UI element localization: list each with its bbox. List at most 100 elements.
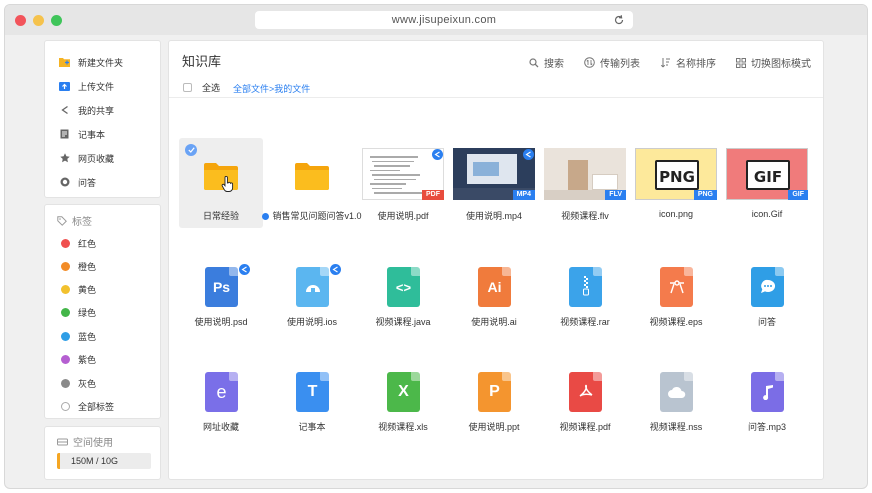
file-thumbnail: GIF GIF xyxy=(726,148,808,200)
file-item[interactable]: GIF GIF icon.Gif xyxy=(725,138,809,228)
transfer-label: 传输列表 xyxy=(600,59,640,70)
transfer-icon xyxy=(584,57,595,68)
storage-header: 空间使用 xyxy=(57,434,113,449)
tag-color-dot xyxy=(61,284,70,294)
file-name: 问答 xyxy=(715,315,819,328)
maximize-window-button[interactable] xyxy=(51,15,62,26)
file-type-icon: Ai xyxy=(478,267,511,307)
share-icon xyxy=(59,105,70,116)
file-item[interactable]: FLV 视频课程.flv xyxy=(543,138,627,228)
header-divider xyxy=(169,97,823,98)
tag-red[interactable]: 红色 xyxy=(61,236,96,250)
file-item[interactable]: 视频课程.rar xyxy=(543,244,627,334)
storage-title: 空间使用 xyxy=(73,438,113,449)
switch-view-button[interactable]: 切换图标模式 xyxy=(736,55,811,70)
breadcrumb[interactable]: 全部文件>我的文件 xyxy=(233,82,310,95)
file-name: 使用说明.mp4 xyxy=(442,209,546,222)
file-name-text: 使用说明.ppt xyxy=(468,422,520,432)
tag-color-dot xyxy=(61,307,70,317)
sidebar-item-label: 上传文件 xyxy=(78,81,115,92)
sidebar-item-my-share[interactable]: 我的共享 xyxy=(59,102,114,118)
transfer-list-button[interactable]: 传输列表 xyxy=(584,55,640,70)
thumb-format-text: GIF xyxy=(753,168,783,186)
tag-yellow[interactable]: 黄色 xyxy=(61,282,96,296)
file-item[interactable]: 使用说明.ios xyxy=(270,244,354,334)
tag-color-dot xyxy=(61,331,70,341)
file-item[interactable]: T 记事本 xyxy=(270,349,354,439)
file-item[interactable]: MP4 使用说明.mp4 xyxy=(452,138,536,228)
file-type-icon xyxy=(660,372,693,412)
tag-blue[interactable]: 蓝色 xyxy=(61,329,96,343)
tag-all[interactable]: 全部标签 xyxy=(61,399,114,413)
file-item[interactable]: 问答 xyxy=(725,244,809,334)
sidebar-item-new-folder[interactable]: 新建文件夹 xyxy=(59,54,123,70)
main-panel: 知识库 搜索 传输列表 名称排序 切换图标模式 全选 全部文件>我的文件 日常经… xyxy=(168,40,824,480)
file-item[interactable]: 视频课程.nss xyxy=(634,349,718,439)
file-item[interactable]: <> 视频课程.java xyxy=(361,244,445,334)
tag-label: 全部标签 xyxy=(78,401,115,412)
select-all-label: 全选 xyxy=(202,83,221,93)
tags-header: 标签 xyxy=(57,213,92,228)
file-type-icon xyxy=(296,267,329,307)
address-bar[interactable]: www.jisupeixun.com xyxy=(255,11,633,29)
tags-panel: 标签 红色 橙色 黄色 绿色 蓝色 紫色 灰色 全部标签 xyxy=(44,204,161,419)
reload-icon[interactable] xyxy=(613,14,625,26)
file-name-text: icon.Gif xyxy=(751,209,783,219)
file-item[interactable]: P 使用说明.ppt xyxy=(452,349,536,439)
sidebar-item-qa[interactable]: 问答 xyxy=(59,174,96,190)
tag-green[interactable]: 绿色 xyxy=(61,305,96,319)
sidebar-item-upload[interactable]: 上传文件 xyxy=(59,78,114,94)
tag-color-dot xyxy=(61,378,70,388)
tag-label: 紫色 xyxy=(78,354,97,365)
file-item[interactable]: 视频课程.eps xyxy=(634,244,718,334)
file-type-icon xyxy=(569,372,602,412)
tag-orange[interactable]: 橙色 xyxy=(61,259,96,273)
file-name: 使用说明.ios xyxy=(260,315,364,328)
file-name: 使用说明.ppt xyxy=(442,420,546,433)
file-item[interactable]: 视频课程.pdf xyxy=(543,349,627,439)
qa-icon xyxy=(59,177,70,188)
file-type-icon xyxy=(660,267,693,307)
file-item[interactable]: 销售常见问题问答v1.0 xyxy=(262,138,362,228)
file-item[interactable]: X 视频课程.xls xyxy=(361,349,445,439)
select-all-checkbox[interactable]: 全选 xyxy=(183,81,220,94)
file-type-badge: GIF xyxy=(788,190,808,200)
tag-purple[interactable]: 紫色 xyxy=(61,352,96,366)
sort-by-name-button[interactable]: 名称排序 xyxy=(660,55,716,70)
file-name-text: 使用说明.ios xyxy=(286,317,337,327)
storage-usage-fill xyxy=(57,453,60,469)
cursor-hand-icon xyxy=(221,175,235,194)
file-name: 网址收藏 xyxy=(169,420,273,433)
checked-icon[interactable] xyxy=(185,144,197,156)
file-item[interactable]: Ai 使用说明.ai xyxy=(452,244,536,334)
tag-label: 灰色 xyxy=(78,378,97,389)
file-item[interactable]: PDF 使用说明.pdf xyxy=(361,138,445,228)
view-label: 切换图标模式 xyxy=(751,59,811,70)
tag-all-ring xyxy=(61,401,70,411)
search-icon xyxy=(529,57,539,67)
sidebar-item-web-favorites[interactable]: 网页收藏 xyxy=(59,150,114,166)
file-item[interactable]: e 网址收藏 xyxy=(179,349,263,439)
sidebar-item-notepad[interactable]: 记事本 xyxy=(59,126,105,142)
minimize-window-button[interactable] xyxy=(33,15,44,26)
file-type-badge: FLV xyxy=(605,190,626,200)
file-type-badge: PNG xyxy=(693,190,717,200)
file-item[interactable]: PNG PNG icon.png xyxy=(634,138,718,228)
file-type-icon xyxy=(569,267,602,307)
file-item[interactable]: 问答.mp3 xyxy=(725,349,809,439)
tag-gray[interactable]: 灰色 xyxy=(61,376,96,390)
storage-icon xyxy=(57,438,68,446)
search-button[interactable]: 搜索 xyxy=(529,55,564,70)
file-item[interactable]: Ps 使用说明.psd xyxy=(179,244,263,334)
sidebar-nav: 新建文件夹 上传文件 我的共享 记事本 网页收藏 问答 xyxy=(44,40,161,198)
file-item[interactable]: 日常经验 xyxy=(179,138,263,228)
tag-color-dot xyxy=(61,238,70,248)
tag-label: 黄色 xyxy=(78,284,97,295)
sort-label: 名称排序 xyxy=(676,59,716,70)
file-name-text: 使用说明.mp4 xyxy=(465,211,522,221)
close-window-button[interactable] xyxy=(15,15,26,26)
checkbox-box[interactable] xyxy=(183,83,192,92)
storage-usage-bar: 150M / 10G xyxy=(57,453,151,469)
shared-icon xyxy=(239,264,250,275)
file-name: 使用说明.pdf xyxy=(351,209,455,222)
